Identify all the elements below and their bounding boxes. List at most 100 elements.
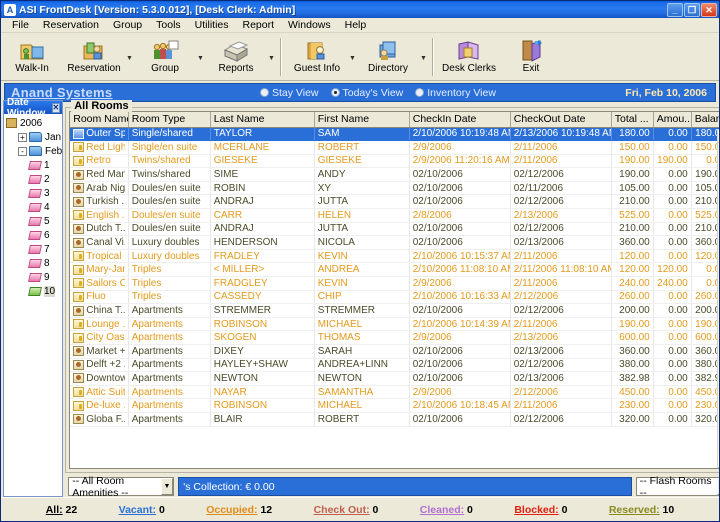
status-occupied[interactable]: Occupied: 12 (206, 504, 272, 516)
minimize-button[interactable]: _ (667, 2, 683, 17)
column-header-amount[interactable]: Amou... (653, 112, 692, 128)
tree-node-feb[interactable]: - Feb (6, 144, 62, 158)
table-row[interactable]: Delft +2 ...ApartmentsHAYLEY+SHAWANDREA+… (70, 358, 719, 373)
column-header-room-name[interactable]: Room Name (70, 112, 129, 128)
column-header-checkin-date[interactable]: CheckIn Date (409, 112, 511, 128)
expander-minus-icon[interactable]: - (18, 146, 27, 156)
day-icon (28, 230, 42, 240)
toolbar-button-desk-clerks[interactable]: Desk Clerks (438, 35, 500, 81)
guest-icon (73, 169, 85, 180)
cell-room-name: Red Man (70, 167, 129, 182)
table-row[interactable]: Globa F...ApartmentsBLAIRROBERT02/10/200… (70, 412, 719, 427)
status-blocked[interactable]: Blocked: 0 (514, 504, 567, 516)
status-reserved[interactable]: Reserved: 10 (609, 504, 674, 516)
toolbar-button-exit[interactable]: Exit (500, 35, 562, 81)
column-header-balance[interactable]: Balan... (691, 112, 719, 128)
column-header-last-name[interactable]: Last Name (210, 112, 315, 128)
table-row[interactable]: Dutch T... Doules/en suite ANDRAJ JUTTA 02/1… (70, 222, 719, 237)
table-row[interactable]: City OasisApartmentsSKOGENTHOMAS2/9/2006… (70, 330, 719, 345)
toolbar-button-reservation[interactable]: Reservation (63, 35, 125, 81)
table-row[interactable]: Outer Sp...Single/sharedTAYLORSAM2/10/20… (70, 127, 719, 142)
status-vacant[interactable]: Vacant: 0 (119, 504, 165, 516)
column-header-room-type[interactable]: Room Type (128, 112, 211, 128)
table-row[interactable]: Tropical ...Luxury doublesFRADLEYKEVIN2/… (70, 249, 719, 264)
menu-item-help[interactable]: Help (338, 19, 374, 31)
table-row[interactable]: Market +...ApartmentsDIXEYSARAH02/10/200… (70, 344, 719, 359)
tree-node-day[interactable]: 8 (6, 256, 62, 270)
toolbar-button-guest-info[interactable]: Guest Info (286, 35, 348, 81)
menu-item-report[interactable]: Report (236, 19, 282, 31)
table-row[interactable]: De-luxe ...ApartmentsROBINSONMICHAEL2/10… (70, 398, 719, 413)
table-row[interactable]: Fluo Triples CASSEDY CHIP 2/10/2006 10:16:33… (70, 290, 719, 305)
radio-stay-view[interactable]: Stay View (260, 87, 319, 99)
tree-node-day[interactable]: 7 (6, 242, 62, 256)
tree-node-day[interactable]: 3 (6, 186, 62, 200)
group-dropdown-arrow[interactable]: ▼ (196, 35, 205, 81)
table-row[interactable]: Sailors C...TriplesFRADGLEYKEVIN2/9/2006… (70, 276, 719, 291)
menu-item-reservation[interactable]: Reservation (36, 19, 106, 31)
tree-node-day[interactable]: 2 (6, 172, 62, 186)
expander-plus-icon[interactable]: + (18, 132, 27, 142)
toolbar-button-reports[interactable]: Reports (205, 35, 267, 81)
table-row[interactable]: Turkish ...Doules/en suiteANDRAJJUTTA02/… (70, 194, 719, 210)
status-check-out[interactable]: Check Out: 0 (314, 504, 379, 516)
menu-item-group[interactable]: Group (106, 19, 149, 31)
tree-node-day[interactable]: 1 (6, 158, 62, 172)
column-header-total[interactable]: Total ... (611, 112, 654, 128)
rooms-grid[interactable]: Room Name Room Type Last Name First Name… (69, 111, 719, 469)
menu-item-utilities[interactable]: Utilities (188, 19, 236, 31)
toolbar-button-group[interactable]: Group (134, 35, 196, 81)
column-header-first-name[interactable]: First Name (314, 112, 410, 128)
cell-checkout-date: 02/12/2006 (510, 167, 612, 182)
column-header-checkout-date[interactable]: CheckOut Date (510, 112, 612, 128)
tree-node-year[interactable]: 2006 (6, 116, 62, 130)
reports-dropdown-arrow[interactable]: ▼ (267, 35, 276, 81)
cell-room-type: Triples (128, 290, 211, 305)
status-cleaned[interactable]: Cleaned: 0 (420, 504, 473, 516)
table-row[interactable]: Mary-JaneTriples< MILLER>ANDREA2/10/2006… (70, 262, 719, 278)
table-row[interactable]: Red Man Twins/shared SIME ANDY 02/10/2006 02/… (70, 167, 719, 182)
table-row[interactable]: DowntownApartmentsNEWTONNEWTON02/10/2006… (70, 371, 719, 386)
tree-node-day[interactable]: 6 (6, 228, 62, 242)
table-row[interactable]: Lounge ...ApartmentsROBINSONMICHAEL2/10/… (70, 317, 719, 332)
chevron-down-icon[interactable]: ▼ (716, 478, 719, 495)
status-all[interactable]: All: 22 (46, 504, 78, 516)
flash-rooms-select[interactable]: -- Flash Rooms -- ▼ (635, 475, 719, 499)
chevron-down-icon[interactable]: ▼ (160, 478, 174, 495)
table-row[interactable]: China T... Apartments STREMMER STREMMER 02/1… (70, 303, 719, 318)
tree-node-day[interactable]: 5 (6, 214, 62, 228)
toolbar-button-directory[interactable]: Directory (357, 35, 419, 81)
room-amenities-select[interactable]: -- All Room Amenities -- ▼ (68, 475, 175, 499)
date-window-close-icon[interactable]: ✕ (51, 102, 61, 113)
tree-node-day[interactable]: 4 (6, 200, 62, 214)
cell-checkin-date: 2/10/2006 10:18:45 AM (409, 398, 511, 413)
table-row[interactable]: Attic SuiteApartmentsNAYARSAMANTHA2/9/20… (70, 385, 719, 400)
tree-node-jan[interactable]: + Jan (6, 130, 62, 144)
tree-node-day-selected[interactable]: 10 (6, 284, 62, 298)
radio-inventory-view[interactable]: Inventory View (415, 87, 496, 99)
cell-room-type: Doules/en suite (128, 181, 211, 196)
status-key: Reserved: (608, 503, 660, 516)
tree-label: 4 (44, 201, 50, 213)
table-row[interactable]: Canal Vi...Luxury doublesHENDERSONNICOLA… (70, 235, 719, 250)
cell-amount: 0.00 (653, 385, 692, 400)
cell-first-name: NICOLA (314, 235, 410, 250)
menu-item-tools[interactable]: Tools (149, 19, 188, 31)
close-button[interactable]: ✕ (701, 2, 717, 17)
cell-first-name: ANDREA+LINN (314, 358, 410, 373)
cell-total: 180.00 (611, 127, 654, 142)
table-row[interactable]: English ...Doules/en suiteCARRHELEN2/8/2… (70, 208, 719, 223)
reservation-dropdown-arrow[interactable]: ▼ (125, 35, 134, 81)
table-row[interactable]: Retro Twins/shared GIESEKE GIESEKE 2/9/2006 … (70, 154, 719, 169)
cell-checkout-date: 2/12/2006 (510, 385, 612, 400)
maximize-button[interactable]: ❐ (684, 2, 700, 17)
radio-todays-view[interactable]: Today's View (330, 87, 403, 99)
table-row[interactable]: Red LightSingle/en suiteMCERLANEROBERT2/… (70, 140, 719, 155)
menu-item-file[interactable]: File (5, 19, 36, 31)
toolbar-button-walk-in[interactable]: Walk-In (1, 35, 63, 81)
menu-item-windows[interactable]: Windows (281, 19, 338, 31)
directory-dropdown-arrow[interactable]: ▼ (419, 35, 428, 81)
table-row[interactable]: Arab Nig...Doules/en suiteROBINXY02/10/2… (70, 181, 719, 196)
tree-node-day[interactable]: 9 (6, 270, 62, 284)
guest-info-dropdown-arrow[interactable]: ▼ (348, 35, 357, 81)
